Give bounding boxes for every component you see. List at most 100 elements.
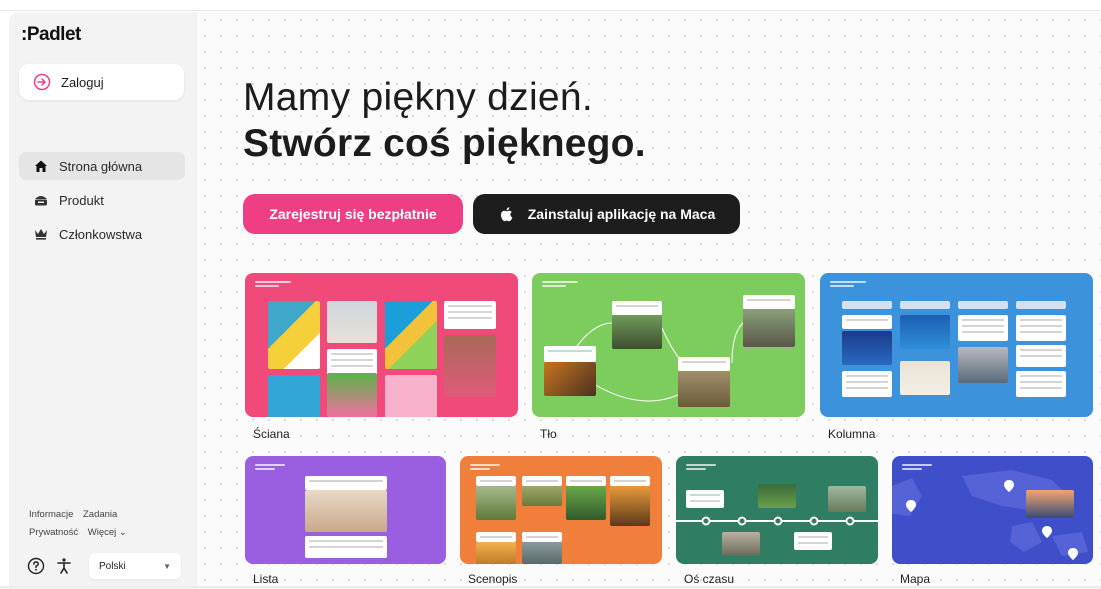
accessibility-icon[interactable] (55, 557, 73, 575)
timeline-preview (676, 456, 878, 564)
footer-link-privacy[interactable]: Prywatność (29, 527, 78, 538)
footer-link-jobs[interactable]: Zadania (83, 509, 117, 520)
map-preview (892, 456, 1093, 564)
signup-free-button[interactable]: Zarejestruj się bezpłatnie (243, 194, 463, 234)
storyboard-tile (522, 486, 562, 506)
canvas-tile (678, 357, 730, 371)
column-tile (842, 371, 892, 397)
map-pin-icon (1042, 526, 1052, 538)
footer-link-more[interactable]: Więcej ⌄ (88, 527, 127, 538)
stream-tile (305, 536, 387, 558)
storyboard-tile (610, 486, 650, 526)
wall-preview (245, 273, 518, 417)
product-icon (35, 196, 47, 206)
template-label-wall: Ściana (253, 427, 290, 441)
template-label-timeline: Oś czasu (684, 572, 735, 586)
stream-tile (305, 476, 387, 490)
column-tile (842, 331, 892, 365)
language-select[interactable]: Polski ▼ (89, 553, 181, 579)
timeline-tile (828, 486, 866, 512)
stream-preview-header (255, 464, 285, 472)
template-card-stream[interactable]: Lista (245, 456, 446, 586)
language-value: Polski (99, 560, 126, 572)
login-label: Zaloguj (61, 74, 104, 90)
column-tile (900, 361, 950, 395)
canvas-preview (532, 273, 805, 417)
map-pin-icon (906, 500, 916, 512)
timeline-tile (758, 484, 796, 508)
hero-title-line-2: Stwórz coś pięknego. (243, 122, 646, 165)
column-header (900, 301, 950, 309)
timeline-axis (676, 516, 878, 526)
install-mac-app-button[interactable]: Zainstaluj aplikację na Maca (473, 194, 740, 234)
storyboard-preview-header (470, 464, 500, 472)
wall-tile (327, 301, 377, 343)
help-icon[interactable] (27, 557, 45, 575)
wall-tile (444, 335, 496, 397)
chevron-down-icon: ▼ (163, 561, 171, 571)
canvas-tile (743, 309, 795, 347)
template-card-wall[interactable]: Ściana (245, 273, 518, 443)
crown-icon (35, 229, 47, 240)
wall-tile (444, 301, 496, 329)
wall-tile (385, 301, 437, 369)
storyboard-tile (566, 476, 606, 486)
stream-preview (245, 456, 446, 564)
column-header (958, 301, 1008, 309)
canvas-tile (612, 315, 662, 349)
sidebar: :Padlet Zaloguj Strona główna Produkt Cz… (9, 12, 197, 586)
template-label-canvas: Tło (540, 427, 557, 441)
install-mac-label: Zainstaluj aplikację na Maca (527, 206, 716, 222)
login-arrow-icon (33, 73, 51, 91)
column-preview (820, 273, 1093, 417)
storyboard-tile (610, 476, 650, 486)
column-header (1016, 301, 1066, 309)
column-tile (958, 315, 1008, 341)
sidebar-bottom-row: Polski ▼ (27, 553, 181, 579)
nav-item-product[interactable]: Produkt (19, 186, 185, 214)
template-label-stream: Lista (253, 572, 279, 586)
template-card-timeline[interactable]: Oś czasu (676, 456, 878, 586)
storyboard-tile (522, 542, 562, 564)
map-pin-icon (1004, 480, 1014, 492)
footer-links-row-1: Informacje Zadania (29, 509, 124, 520)
signup-free-label: Zarejestruj się bezpłatnie (269, 206, 437, 222)
nav-item-home[interactable]: Strona główna (19, 152, 185, 180)
nav-item-memberships[interactable]: Członkowstwa (19, 220, 185, 248)
canvas-tile (544, 362, 596, 396)
column-header (842, 301, 892, 309)
home-icon (35, 160, 47, 172)
nav-label-home: Strona główna (59, 158, 143, 174)
login-button[interactable]: Zaloguj (19, 64, 184, 100)
storyboard-tile (522, 532, 562, 542)
map-tile (1026, 490, 1074, 518)
template-card-storyboard[interactable]: Scenopis (460, 456, 662, 586)
timeline-tile (686, 490, 724, 508)
template-card-map[interactable]: Mapa (892, 456, 1093, 586)
footer-links-row-2: Prywatność Więcej ⌄ (29, 527, 134, 538)
main-content: Mamy piękny dzień. Stwórz coś pięknego. … (197, 12, 1101, 586)
hero-title-line-1: Mamy piękny dzień. (243, 76, 594, 119)
apple-icon (500, 207, 513, 222)
window-top-border (0, 10, 1101, 11)
timeline-tile (794, 532, 832, 550)
storyboard-tile (522, 476, 562, 486)
storyboard-tile (566, 486, 606, 520)
template-card-column[interactable]: Kolumna (820, 273, 1093, 443)
padlet-logo[interactable]: :Padlet (21, 24, 81, 46)
column-tile (1016, 371, 1066, 397)
wall-preview-header (255, 281, 291, 289)
template-label-map: Mapa (900, 572, 931, 586)
column-preview-header (830, 281, 866, 289)
template-label-column: Kolumna (828, 427, 876, 441)
map-pin-icon (1068, 548, 1078, 560)
canvas-tile (612, 301, 662, 315)
template-card-canvas[interactable]: Tło (532, 273, 805, 443)
footer-link-info[interactable]: Informacje (29, 509, 73, 520)
nav-label-memberships: Członkowstwa (59, 226, 143, 242)
template-label-storyboard: Scenopis (468, 572, 518, 586)
canvas-tile (544, 346, 596, 362)
wall-tile (385, 375, 437, 417)
nav-label-product: Produkt (59, 192, 104, 208)
wall-tile (268, 375, 320, 417)
